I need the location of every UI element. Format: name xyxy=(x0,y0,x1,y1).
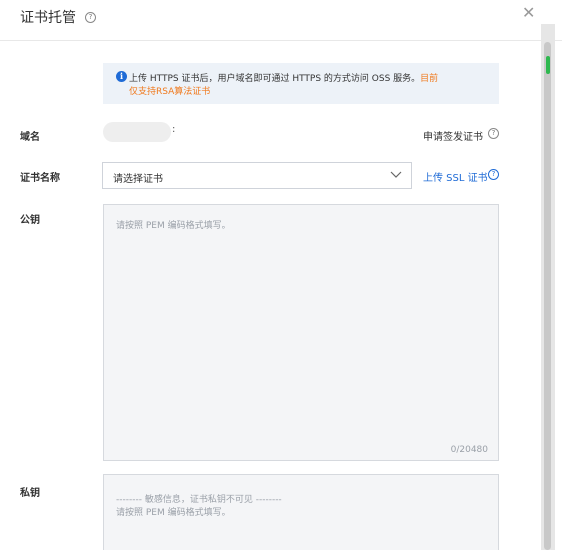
chevron-down-icon xyxy=(390,171,402,178)
notice-highlight-1: 目前 xyxy=(420,74,439,84)
upload-ssl-link[interactable]: 上传 SSL 证书 xyxy=(423,169,488,184)
question-circle-icon[interactable]: ? xyxy=(488,169,499,180)
certificate-select-value: 请选择证书 xyxy=(113,174,163,185)
public-key-placeholder: 请按照 PEM 编码格式填写。 xyxy=(116,221,231,231)
private-key-hidden-notice: -------- 敏感信息，证书私钥不可见 -------- xyxy=(116,495,282,505)
question-circle-icon[interactable]: ? xyxy=(488,128,499,139)
vertical-scrollbar[interactable] xyxy=(541,24,555,550)
info-notice: i 上传 HTTPS 证书后，用户域名即可通过 HTTPS 的方式访问 OSS … xyxy=(103,63,499,104)
scrollbar-indicator xyxy=(546,56,550,74)
dialog-title: 证书托管 xyxy=(20,10,76,26)
scrollbar-thumb[interactable] xyxy=(544,42,551,550)
dialog-header: 证书托管 ? ✕ xyxy=(0,0,562,41)
notice-line-1: 上传 HTTPS 证书后，用户域名即可通过 HTTPS 的方式访问 OSS 服务… xyxy=(129,71,438,84)
public-key-counter: 0/20480 xyxy=(450,445,488,455)
public-key-label: 公钥 xyxy=(20,215,40,226)
info-circle-icon: i xyxy=(116,71,127,82)
notice-highlight-2: 仅支持RSA算法证书 xyxy=(129,87,211,97)
public-key-textarea[interactable]: 请按照 PEM 编码格式填写。 0/20480 xyxy=(103,204,499,461)
domain-separator: : xyxy=(172,124,176,135)
domain-value-masked xyxy=(103,122,171,142)
notice-text: 上传 HTTPS 证书后，用户域名即可通过 HTTPS 的方式访问 OSS 服务… xyxy=(129,74,421,84)
apply-certificate-link[interactable]: 申请签发证书 xyxy=(423,128,483,143)
private-key-label: 私钥 xyxy=(20,488,40,499)
private-key-textarea[interactable]: -------- 敏感信息，证书私钥不可见 -------- 请按照 PEM 编… xyxy=(103,474,499,550)
close-icon[interactable]: ✕ xyxy=(522,5,535,21)
question-circle-icon[interactable]: ? xyxy=(85,12,96,23)
certificate-label: 证书名称 xyxy=(20,173,60,184)
certificate-select[interactable]: 请选择证书 xyxy=(102,162,412,189)
private-key-placeholder: 请按照 PEM 编码格式填写。 xyxy=(116,508,231,518)
domain-label: 域名 xyxy=(20,132,40,143)
